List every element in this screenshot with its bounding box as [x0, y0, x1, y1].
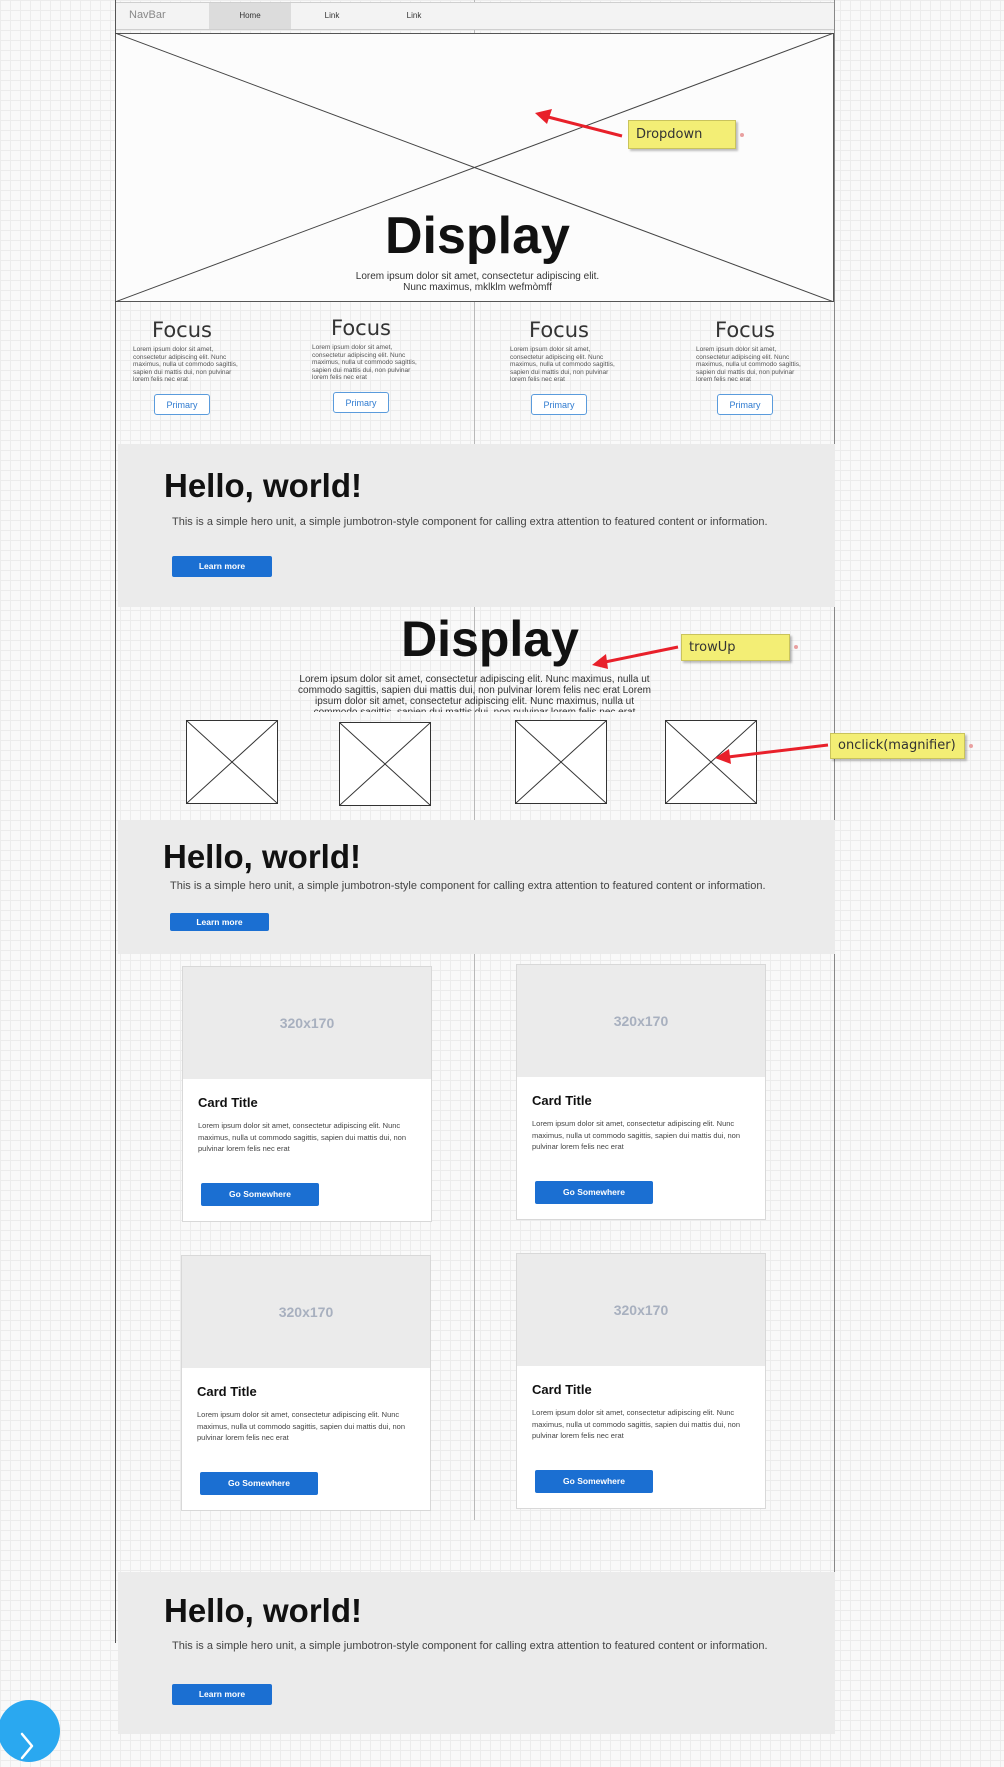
- chevron-right-icon: [20, 1732, 34, 1760]
- arrow-dropdown: [535, 109, 623, 138]
- note-trowup[interactable]: trowUp: [681, 634, 790, 661]
- note-dropdown-handle[interactable]: [740, 133, 744, 137]
- note-magnifier[interactable]: onclick(magnifier): [830, 733, 965, 759]
- note-dropdown[interactable]: Dropdown: [628, 120, 736, 149]
- note-trowup-handle[interactable]: [794, 645, 798, 649]
- next-page-button[interactable]: [0, 1700, 60, 1762]
- note-magnifier-handle[interactable]: [969, 744, 973, 748]
- arrow-trowup: [592, 645, 679, 669]
- arrow-magnifier: [715, 743, 829, 764]
- annotation-arrows: [535, 109, 829, 764]
